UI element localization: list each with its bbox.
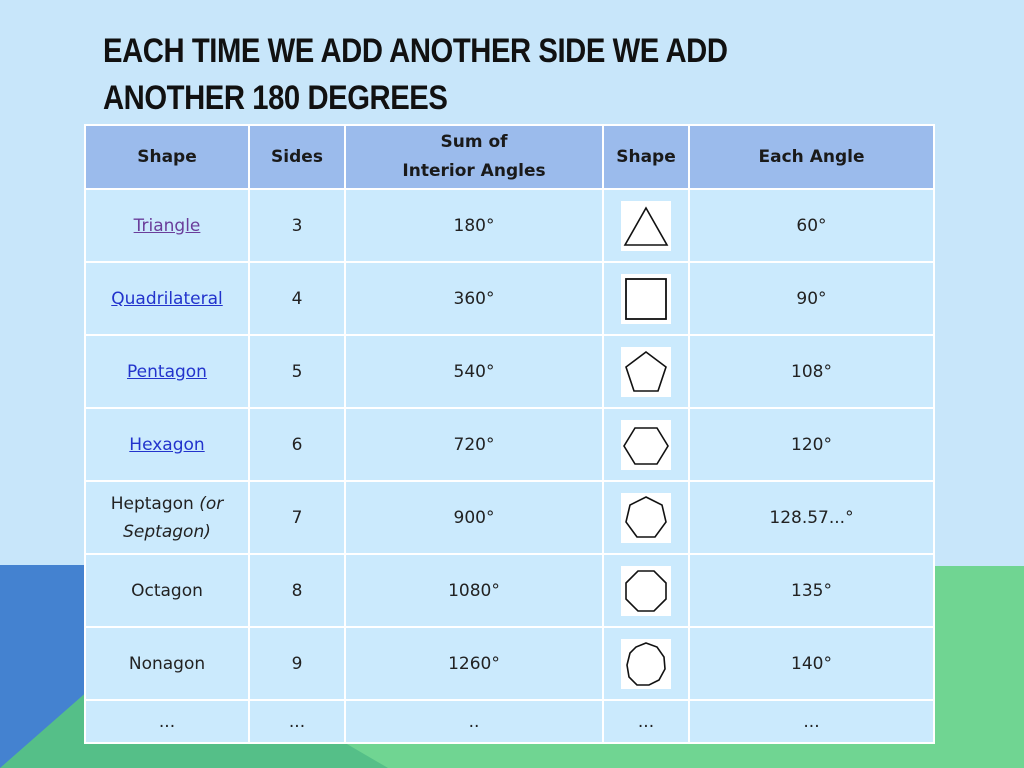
cell-shape-image (604, 628, 688, 699)
cell-each-angle: 90° (690, 263, 933, 334)
cell-shape-name: Heptagon (or Septagon) (86, 482, 248, 553)
octagon-icon (621, 565, 671, 616)
cell-each-angle: ... (690, 701, 933, 742)
cell-sum: 360° (346, 263, 602, 334)
table-row: Quadrilateral 4 360° 90° (86, 263, 933, 334)
cell-each-angle: 60° (690, 190, 933, 261)
slide-title-line-2: ANOTHER 180 DEGREES (103, 79, 448, 117)
cell-shape-name: ... (86, 701, 248, 742)
cell-sum: 720° (346, 409, 602, 480)
table-row: Heptagon (or Septagon) 7 900° 128.57...° (86, 482, 933, 553)
cell-shape-image (604, 482, 688, 553)
cell-shape-image (604, 336, 688, 407)
table-header-row: Shape Sides Sum of Interior Angles Shape… (86, 126, 933, 188)
table-row: ... ... .. ... ... (86, 701, 933, 742)
header-each-angle: Each Angle (690, 126, 933, 188)
cell-shape-image (604, 190, 688, 261)
hexagon-icon (621, 419, 671, 470)
header-shape: Shape (86, 126, 248, 188)
heptagon-icon (621, 492, 671, 543)
cell-each-angle: 128.57...° (690, 482, 933, 553)
hexagon-link[interactable]: Hexagon (129, 435, 204, 455)
nonagon-icon (621, 638, 671, 689)
slide-title-line-1: EACH TIME WE ADD ANOTHER SIDE WE ADD (103, 32, 728, 70)
cell-sides: 4 (250, 263, 344, 334)
cell-shape-image (604, 263, 688, 334)
cell-shape-name: Nonagon (86, 628, 248, 699)
header-sum-line-1: Sum of (440, 132, 508, 152)
cell-shape-image (604, 409, 688, 480)
quadrilateral-link[interactable]: Quadrilateral (111, 289, 222, 309)
cell-shape-name: Hexagon (86, 409, 248, 480)
cell-each-angle: 108° (690, 336, 933, 407)
heptagon-alt-name: Septagon) (123, 521, 211, 542)
table-row: Octagon 8 1080° 135° (86, 555, 933, 626)
square-icon (621, 273, 671, 324)
cell-shape-name: Quadrilateral (86, 263, 248, 334)
header-sum-line-2: Interior Angles (402, 161, 546, 181)
cell-each-angle: 140° (690, 628, 933, 699)
cell-each-angle: 135° (690, 555, 933, 626)
cell-shape-name: Pentagon (86, 336, 248, 407)
cell-sum: 900° (346, 482, 602, 553)
cell-shape-image (604, 555, 688, 626)
cell-sides: 6 (250, 409, 344, 480)
cell-sides: 8 (250, 555, 344, 626)
cell-sum: 1080° (346, 555, 602, 626)
cell-sum: .. (346, 701, 602, 742)
cell-sides: 9 (250, 628, 344, 699)
cell-sides: 3 (250, 190, 344, 261)
cell-shape-image: ... (604, 701, 688, 742)
pentagon-link[interactable]: Pentagon (127, 362, 207, 382)
heptagon-alt-prefix: (or (199, 493, 224, 514)
header-shape-image: Shape (604, 126, 688, 188)
pentagon-icon (621, 346, 671, 397)
triangle-icon (621, 200, 671, 251)
table-row: Hexagon 6 720° 120° (86, 409, 933, 480)
cell-each-angle: 120° (690, 409, 933, 480)
cell-sides: ... (250, 701, 344, 742)
table-row: Nonagon 9 1260° 140° (86, 628, 933, 699)
header-sides: Sides (250, 126, 344, 188)
slide-title: EACH TIME WE ADD ANOTHER SIDE WE ADD ANO… (103, 28, 791, 122)
header-sum-interior-angles: Sum of Interior Angles (346, 126, 602, 188)
table-row: Triangle 3 180° 60° (86, 190, 933, 261)
cell-sides: 7 (250, 482, 344, 553)
cell-sum: 1260° (346, 628, 602, 699)
cell-sum: 540° (346, 336, 602, 407)
table-row: Pentagon 5 540° 108° (86, 336, 933, 407)
cell-shape-name: Triangle (86, 190, 248, 261)
cell-shape-name: Octagon (86, 555, 248, 626)
cell-sum: 180° (346, 190, 602, 261)
heptagon-name: Heptagon (110, 493, 194, 514)
polygon-angles-table: Shape Sides Sum of Interior Angles Shape… (84, 124, 935, 744)
cell-sides: 5 (250, 336, 344, 407)
triangle-link[interactable]: Triangle (134, 216, 201, 236)
